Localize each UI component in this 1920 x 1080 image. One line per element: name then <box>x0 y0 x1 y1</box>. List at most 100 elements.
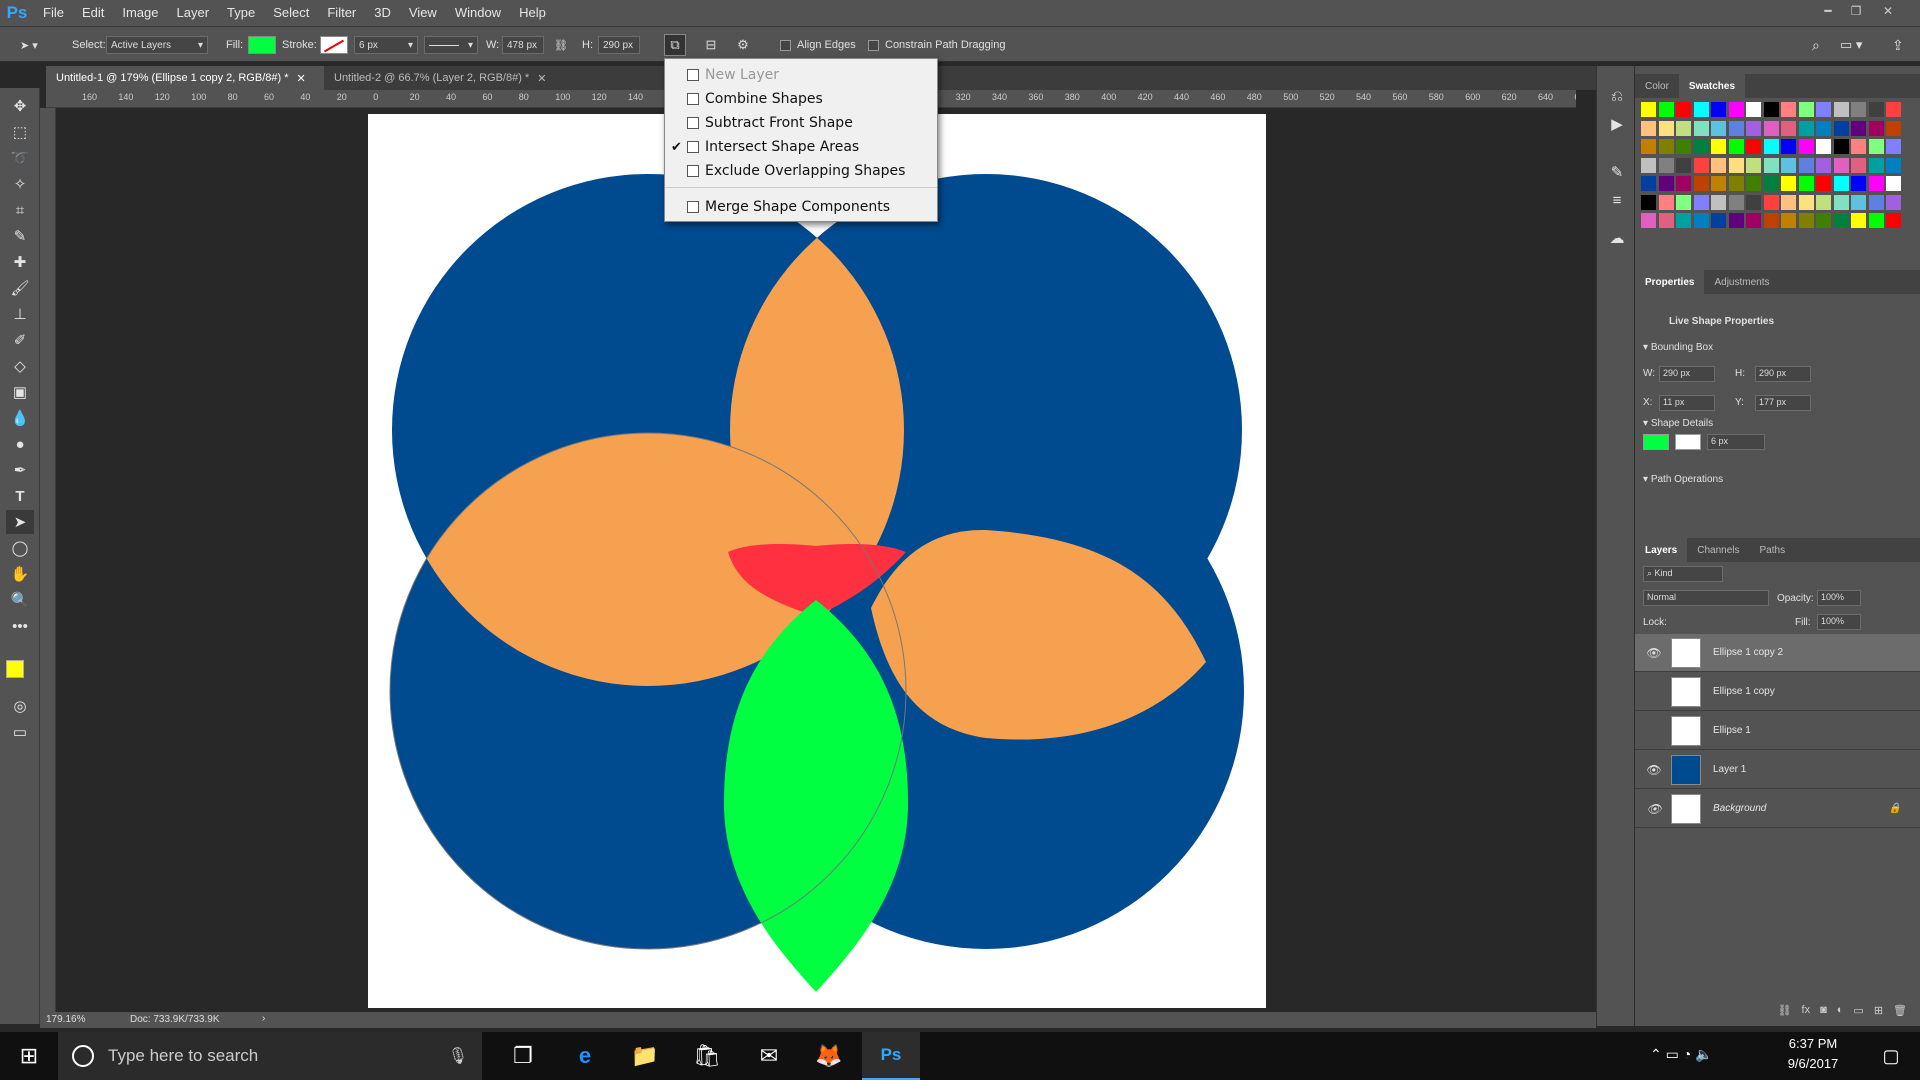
swatch[interactable] <box>1658 176 1674 191</box>
swatch[interactable] <box>1886 120 1901 136</box>
swatch[interactable] <box>1868 120 1884 136</box>
swatch[interactable] <box>1763 194 1779 210</box>
eye-icon[interactable]: 👁 <box>1643 802 1665 816</box>
swatch[interactable] <box>1868 194 1884 210</box>
swatch[interactable] <box>1833 120 1849 136</box>
tab-adjustments[interactable]: Adjustments <box>1704 270 1779 294</box>
swatch[interactable] <box>1746 120 1761 136</box>
history-brush-icon[interactable]: ✐ <box>6 328 34 352</box>
swatch[interactable] <box>1728 102 1744 117</box>
actions-play-icon[interactable]: ▶ <box>1603 112 1631 136</box>
layer-row[interactable]: 👁 Ellipse 1 copy 2 <box>1635 634 1920 672</box>
tab-layers[interactable]: Layers <box>1635 538 1688 562</box>
swatch[interactable] <box>1746 139 1761 154</box>
close-icon[interactable]: ✕ <box>297 72 306 85</box>
notifications-icon[interactable]: ▢ <box>1862 1032 1920 1080</box>
menu-merge-components[interactable]: Merge Shape Components <box>665 195 937 219</box>
prop-stroke-swatch[interactable] <box>1675 434 1701 450</box>
menu-3d[interactable]: 3D <box>365 0 400 26</box>
swatch[interactable] <box>1676 157 1691 173</box>
zoom-level[interactable]: 179.16% <box>46 1014 85 1025</box>
pen-tool-icon[interactable]: ✒ <box>6 458 34 482</box>
swatch[interactable] <box>1746 213 1761 228</box>
swatch[interactable] <box>1711 120 1726 136</box>
file-explorer-icon[interactable]: 📁 <box>616 1032 674 1080</box>
swatch[interactable] <box>1868 102 1884 117</box>
link-layers-icon[interactable]: ⛓ <box>1778 1004 1792 1017</box>
swatch[interactable] <box>1781 139 1796 154</box>
swatch[interactable] <box>1728 139 1744 154</box>
close-icon[interactable]: ✕ <box>1874 0 1902 22</box>
magic-wand-icon[interactable]: ✧ <box>6 172 34 196</box>
swatch[interactable] <box>1886 194 1901 210</box>
menu-filter[interactable]: Filter <box>318 0 365 26</box>
swatch[interactable] <box>1886 139 1901 154</box>
swatch[interactable] <box>1851 139 1866 154</box>
swatch[interactable] <box>1728 157 1744 173</box>
ellipse-tool-icon[interactable]: ◯ <box>6 536 34 560</box>
history-icon[interactable]: ⎌ <box>1603 84 1631 108</box>
clock[interactable]: 6:37 PM 9/6/2017 <box>1768 1036 1858 1071</box>
marquee-tool-icon[interactable]: ⬚ <box>6 120 34 144</box>
swatch[interactable] <box>1711 176 1726 191</box>
swatch[interactable] <box>1711 213 1726 228</box>
swatch[interactable] <box>1728 120 1744 136</box>
prop-y-field[interactable]: 177 px <box>1755 395 1811 411</box>
swatch[interactable] <box>1798 176 1814 191</box>
minimize-icon[interactable]: ━ <box>1814 0 1842 22</box>
tab-channels[interactable]: Channels <box>1687 538 1749 562</box>
system-tray-icons[interactable]: ⌃ ▭ ◔ 🔈 <box>1650 1046 1713 1063</box>
swatch[interactable] <box>1833 213 1849 228</box>
fx-icon[interactable]: fx <box>1802 1004 1811 1016</box>
stroke-width-field[interactable]: 6 px ▾ <box>354 36 418 54</box>
swatch[interactable] <box>1781 102 1796 117</box>
restore-icon[interactable]: ❐ <box>1842 0 1870 22</box>
blend-mode-dropdown[interactable]: Normal <box>1643 590 1769 606</box>
swatch[interactable] <box>1833 157 1849 173</box>
swatch[interactable] <box>1868 176 1884 191</box>
swatch[interactable] <box>1851 120 1866 136</box>
swatch[interactable] <box>1658 194 1674 210</box>
swatch[interactable] <box>1886 213 1901 228</box>
libraries-icon[interactable]: ☁ <box>1603 226 1631 250</box>
menu-layer[interactable]: Layer <box>168 0 219 26</box>
menu-intersect-areas[interactable]: ✔ Intersect Shape Areas <box>665 135 937 159</box>
menu-help[interactable]: Help <box>510 0 555 26</box>
swatch[interactable] <box>1676 102 1691 117</box>
swatch[interactable] <box>1781 120 1796 136</box>
swatch[interactable] <box>1763 139 1779 154</box>
swatch[interactable] <box>1676 120 1691 136</box>
swatch[interactable] <box>1658 120 1674 136</box>
tab-swatches[interactable]: Swatches <box>1678 74 1746 98</box>
foreground-color-swatch[interactable] <box>6 660 24 678</box>
mask-icon[interactable]: ◙ <box>1820 1004 1827 1016</box>
store-icon[interactable]: 🛍 <box>678 1032 736 1080</box>
move-tool-icon[interactable]: ✥ <box>6 94 34 118</box>
swatch[interactable] <box>1676 176 1691 191</box>
menu-image[interactable]: Image <box>113 0 167 26</box>
zoom-tool-icon[interactable]: 🔍 <box>6 588 34 612</box>
swatch[interactable] <box>1746 176 1761 191</box>
swatch[interactable] <box>1886 102 1901 117</box>
swatch[interactable] <box>1851 213 1866 228</box>
blur-tool-icon[interactable]: 💧 <box>6 406 34 430</box>
swatch[interactable] <box>1781 176 1796 191</box>
tab-color[interactable]: Color <box>1635 74 1679 98</box>
swatch[interactable] <box>1746 194 1761 210</box>
layer-row[interactable]: Ellipse 1 copy <box>1635 673 1920 711</box>
swatch[interactable] <box>1746 102 1761 117</box>
swatch[interactable] <box>1816 120 1831 136</box>
swatch[interactable] <box>1658 102 1674 117</box>
brush-presets-icon[interactable]: ✎ <box>1603 160 1631 184</box>
type-tool-icon[interactable]: T <box>6 484 34 508</box>
swatch[interactable] <box>1746 157 1761 173</box>
swatch[interactable] <box>1763 102 1779 117</box>
swatch[interactable] <box>1833 102 1849 117</box>
windows-start-icon[interactable]: ⊞ <box>0 1032 58 1080</box>
swatch[interactable] <box>1868 157 1884 173</box>
swatch[interactable] <box>1833 194 1849 210</box>
document-canvas[interactable] <box>56 108 1576 1012</box>
layer-row[interactable]: 👁 Background 🔒 <box>1635 790 1920 828</box>
swatch[interactable] <box>1886 176 1901 191</box>
canvas-area[interactable] <box>56 108 1576 1012</box>
